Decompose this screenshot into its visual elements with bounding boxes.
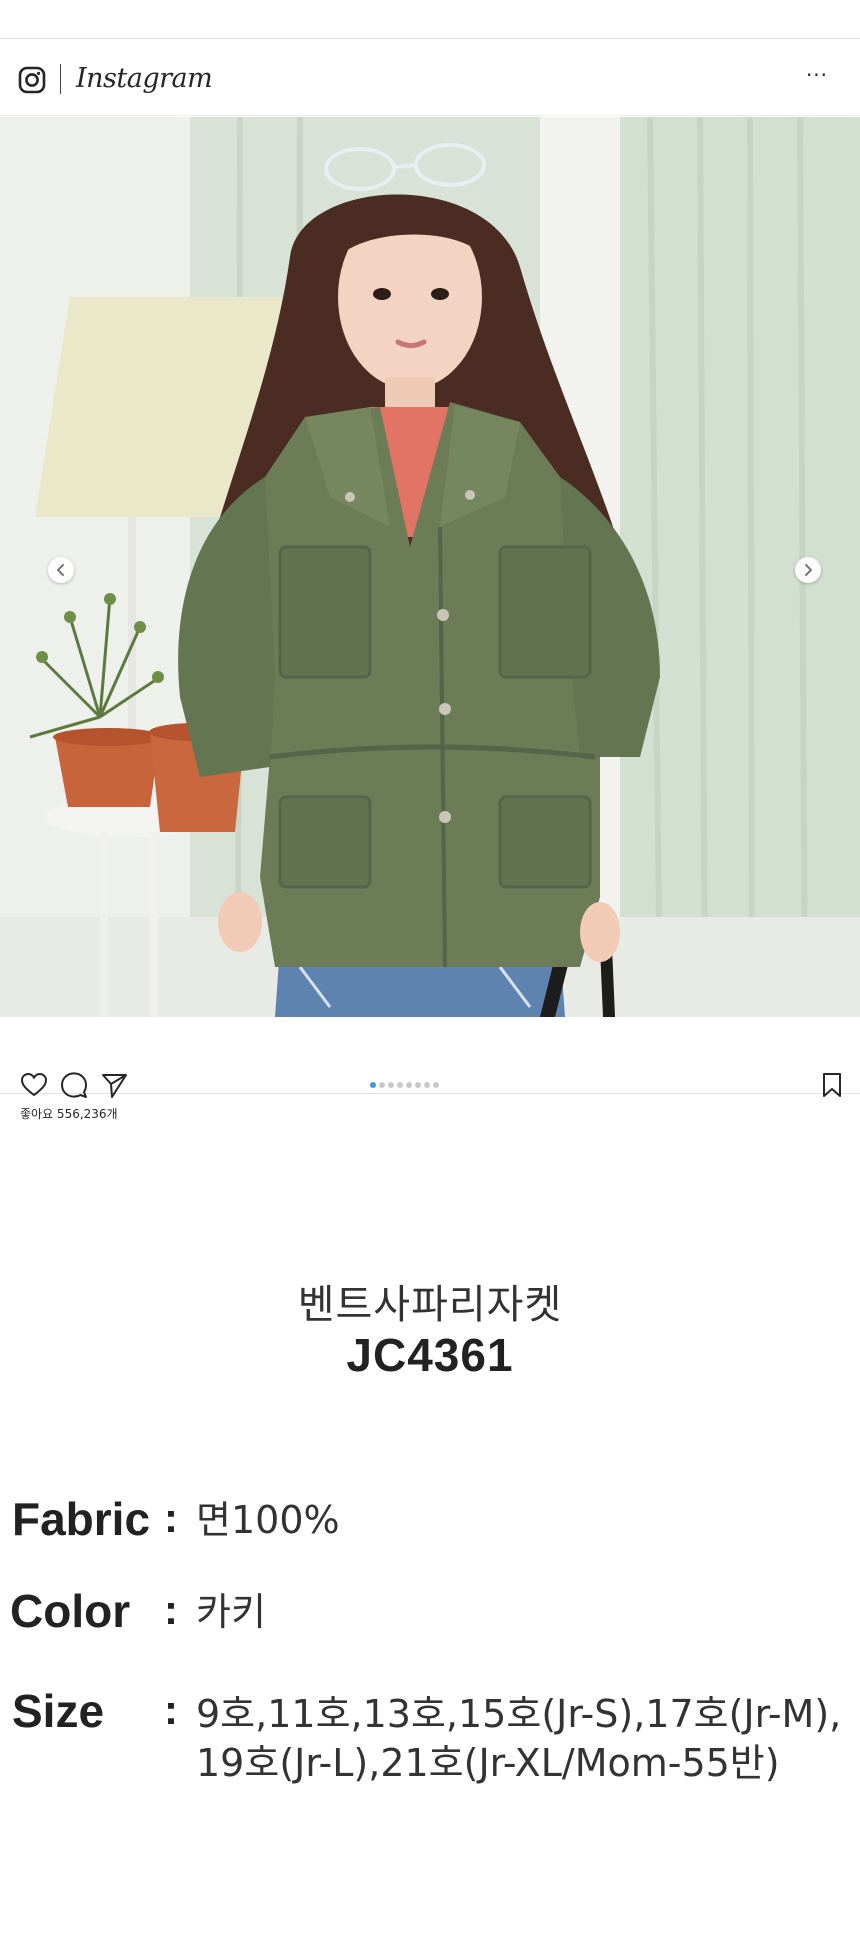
header-divider xyxy=(60,64,61,94)
post-action-bar xyxy=(0,1017,860,1098)
carousel-next-button[interactable] xyxy=(795,557,821,583)
spec-colon: : xyxy=(164,1686,178,1733)
spec-colon: : xyxy=(164,1494,178,1541)
carousel-dot[interactable] xyxy=(397,1082,403,1088)
likes-count: 좋아요 556,236개 xyxy=(20,1105,118,1122)
carousel-dot[interactable] xyxy=(424,1082,430,1088)
product-detail-page: Instagram ··· 좋아요 556,236개 벤트사파리자켓 JC436… xyxy=(0,0,860,1950)
spec-value-fabric: 면100% xyxy=(196,1498,340,1542)
spec-colon: : xyxy=(164,1586,178,1633)
bookmark-icon[interactable] xyxy=(818,1071,846,1099)
instagram-post-card: Instagram ··· 좋아요 556,236개 xyxy=(0,38,860,1121)
carousel-dot[interactable] xyxy=(406,1082,412,1088)
spec-value-size-line1: 9호,11호,13호,15호(Jr-S),17호(Jr-M), xyxy=(196,1692,842,1736)
spec-value-size-line2: 19호(Jr-L),21호(Jr-XL/Mom-55반) xyxy=(196,1741,780,1785)
carousel-dot-active[interactable] xyxy=(370,1082,376,1088)
photo-illustration xyxy=(0,117,860,1017)
spec-label-size: Size xyxy=(12,1685,105,1737)
post-photo xyxy=(0,117,860,1017)
product-code: JC4361 xyxy=(346,1329,514,1381)
carousel-dot[interactable] xyxy=(388,1082,394,1088)
carousel-dot[interactable] xyxy=(415,1082,421,1088)
spec-value-color: 카키 xyxy=(196,1590,266,1634)
chevron-left-icon xyxy=(56,564,64,576)
chevron-right-icon xyxy=(805,564,813,576)
brand-name: Instagram xyxy=(76,63,213,94)
carousel-prev-button[interactable] xyxy=(48,557,74,583)
carousel-indicator xyxy=(370,1081,439,1089)
product-name: 벤트사파리자켓 xyxy=(297,1282,563,1328)
carousel-dot[interactable] xyxy=(433,1082,439,1088)
post-header: Instagram ··· xyxy=(0,39,860,116)
spec-value-size: 9호,11호,13호,15호(Jr-S),17호(Jr-M), 19호(Jr-L… xyxy=(196,1690,841,1788)
spec-label-color: Color xyxy=(10,1585,131,1637)
carousel-dot[interactable] xyxy=(379,1082,385,1088)
more-options-button[interactable]: ··· xyxy=(802,63,832,93)
likes-text: 좋아요 556,236개 xyxy=(20,1107,118,1121)
spec-label-fabric: Fabric xyxy=(12,1493,151,1545)
heart-icon[interactable] xyxy=(20,1071,48,1099)
send-icon[interactable] xyxy=(100,1071,128,1099)
comment-icon[interactable] xyxy=(60,1071,88,1099)
instagram-logo-icon xyxy=(18,66,46,94)
